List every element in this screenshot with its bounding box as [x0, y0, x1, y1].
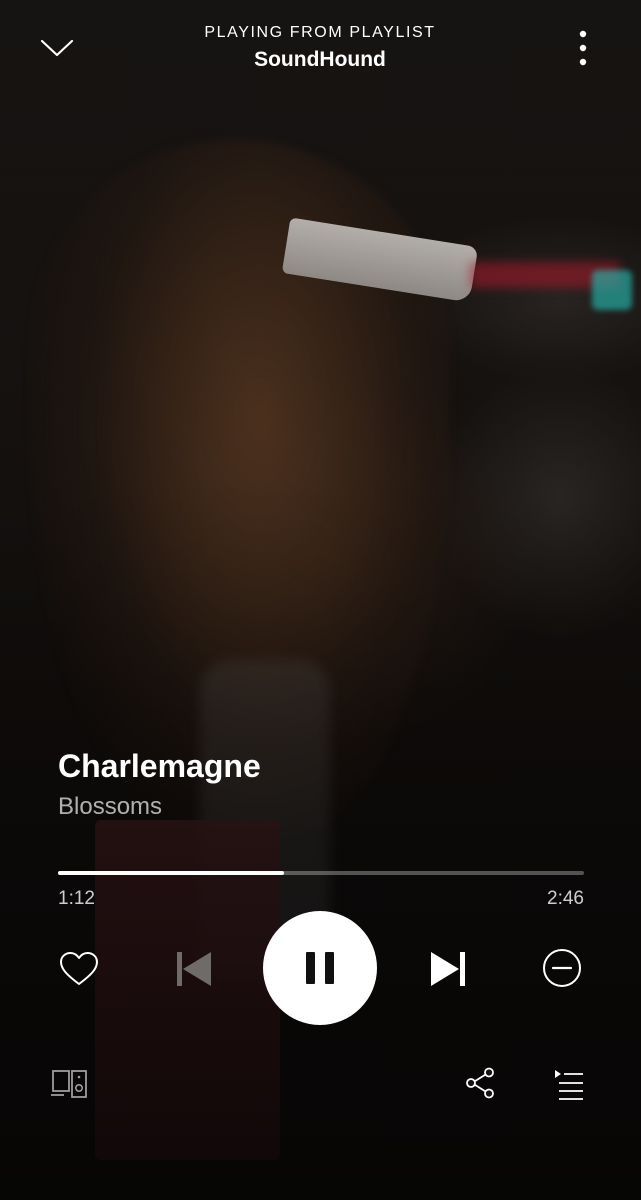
album-art-visor	[281, 217, 479, 303]
pause-button[interactable]	[263, 911, 377, 1025]
track-artist[interactable]: Blossoms	[58, 793, 162, 821]
track-title[interactable]: Charlemagne	[58, 748, 261, 785]
now-playing-screen: PLAYING FROM PLAYLIST SoundHound Charlem…	[0, 0, 641, 1200]
heart-icon	[60, 952, 98, 985]
minus-circle-icon	[543, 949, 581, 987]
connect-devices-button[interactable]	[48, 1064, 92, 1104]
progress-bar[interactable]	[58, 866, 584, 882]
playing-context: PLAYING FROM PLAYLIST SoundHound	[120, 24, 520, 72]
previous-button[interactable]	[170, 946, 216, 992]
album-art-background	[30, 140, 450, 840]
share-icon	[466, 1067, 494, 1099]
queue-button[interactable]	[551, 1064, 587, 1104]
pause-icon	[306, 952, 334, 984]
progress-fill	[58, 871, 285, 875]
elapsed-time: 1:12	[58, 888, 95, 909]
top-bar: PLAYING FROM PLAYLIST SoundHound	[0, 0, 641, 100]
context-label: PLAYING FROM PLAYLIST	[204, 24, 436, 41]
total-time: 2:46	[547, 888, 584, 909]
like-button[interactable]	[56, 946, 102, 992]
devices-icon	[51, 1070, 87, 1098]
skip-previous-icon	[177, 952, 211, 986]
context-name[interactable]: SoundHound	[120, 48, 520, 72]
more-options-button[interactable]	[566, 24, 600, 72]
next-button[interactable]	[426, 946, 472, 992]
album-art-neon-glyph	[592, 270, 632, 310]
skip-next-icon	[431, 952, 465, 986]
share-button[interactable]	[459, 1062, 501, 1104]
collapse-button[interactable]	[36, 30, 78, 66]
more-vertical-icon	[579, 30, 587, 66]
album-art-neon-sign	[470, 262, 620, 288]
queue-icon	[555, 1070, 583, 1100]
chevron-down-icon	[40, 39, 74, 57]
hide-song-button[interactable]	[538, 944, 586, 992]
